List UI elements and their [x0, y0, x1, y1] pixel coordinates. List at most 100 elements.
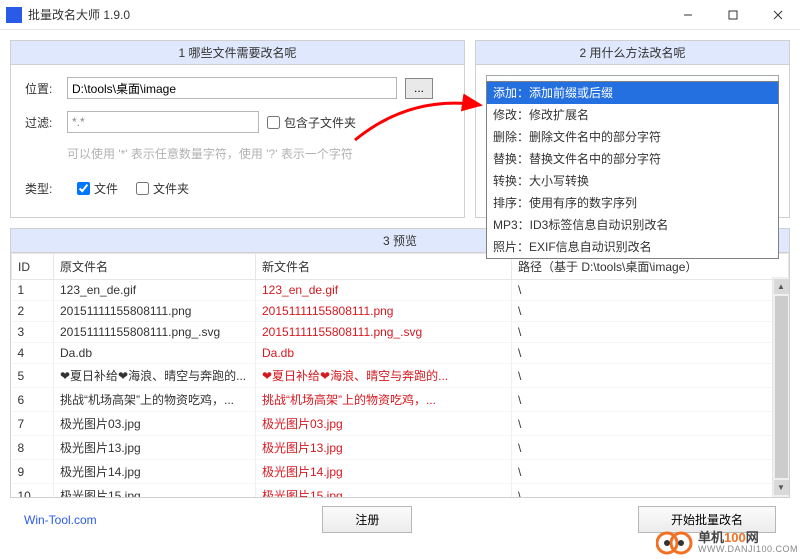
cell-new: 20151111155808111.png [256, 301, 512, 322]
cell-path: \ [512, 280, 789, 301]
browse-button[interactable]: ... [405, 78, 433, 99]
site-link[interactable]: Win-Tool.com [24, 513, 97, 527]
cell-orig: 极光图片14.jpg [54, 460, 256, 484]
cell-id: 9 [12, 460, 54, 484]
method-option[interactable]: 删除：删除文件名中的部分字符 [487, 126, 778, 148]
cell-orig: 挑战“机场高架”上的物资吃鸡，... [54, 388, 256, 412]
group-files: 1 哪些文件需要改名呢 位置: ... 过滤: 包含子文件夹 可以使用 '*' … [10, 40, 465, 218]
preview-table: ID 原文件名 新文件名 路径（基于 D:\tools\桌面\image） 11… [11, 253, 789, 497]
cell-path: \ [512, 484, 789, 498]
cell-id: 1 [12, 280, 54, 301]
cell-new: 挑战“机场高架”上的物资吃鸡，... [256, 388, 512, 412]
table-row[interactable]: 1123_en_de.gif123_en_de.gif\ [12, 280, 789, 301]
cell-id: 4 [12, 343, 54, 364]
table-row[interactable]: 10极光图片15.jpg极光图片15.jpg\ [12, 484, 789, 498]
group-preview: 3 预览 ID 原文件名 新文件名 路径（基于 D:\tools\桌面\imag… [10, 228, 790, 498]
cell-orig: 123_en_de.gif [54, 280, 256, 301]
watermark-icon [656, 529, 694, 557]
method-option[interactable]: 排序：使用有序的数字序列 [487, 192, 778, 214]
minimize-button[interactable] [665, 0, 710, 29]
table-row[interactable]: 320151111155808111.png_.svg2015111115580… [12, 322, 789, 343]
cell-orig: 极光图片13.jpg [54, 436, 256, 460]
register-button[interactable]: 注册 [322, 506, 412, 533]
cell-new: 极光图片03.jpg [256, 412, 512, 436]
scroll-up-button[interactable]: ▲ [774, 279, 789, 294]
cell-new: 极光图片15.jpg [256, 484, 512, 498]
method-option[interactable]: MP3：ID3标签信息自动识别改名 [487, 214, 778, 236]
type-file-check[interactable]: 文件 [77, 180, 118, 197]
cell-id: 5 [12, 364, 54, 388]
table-row[interactable]: 6挑战“机场高架”上的物资吃鸡，...挑战“机场高架”上的物资吃鸡，...\ [12, 388, 789, 412]
watermark-url: WWW.DANJI100.COM [698, 545, 798, 555]
cell-id: 6 [12, 388, 54, 412]
group-method-title: 2 用什么方法改名呢 [476, 41, 789, 65]
col-new[interactable]: 新文件名 [256, 254, 512, 280]
cell-new: 极光图片14.jpg [256, 460, 512, 484]
cell-new: 极光图片13.jpg [256, 436, 512, 460]
cell-path: \ [512, 388, 789, 412]
table-row[interactable]: 7极光图片03.jpg极光图片03.jpg\ [12, 412, 789, 436]
include-sub-checkbox[interactable] [267, 116, 280, 129]
cell-path: \ [512, 301, 789, 322]
table-row[interactable]: 220151111155808111.png20151111155808111.… [12, 301, 789, 322]
cell-path: \ [512, 436, 789, 460]
filter-hint: 可以使用 '*' 表示任意数量字符，使用 '?' 表示一个字符 [67, 145, 450, 162]
include-sub-check[interactable]: 包含子文件夹 [267, 114, 356, 131]
cell-path: \ [512, 460, 789, 484]
watermark: 单机100网 WWW.DANJI100.COM [656, 529, 798, 557]
location-input[interactable] [67, 77, 397, 99]
window-title: 批量改名大师 1.9.0 [28, 6, 130, 23]
table-row[interactable]: 8极光图片13.jpg极光图片13.jpg\ [12, 436, 789, 460]
cell-path: \ [512, 343, 789, 364]
type-file-checkbox[interactable] [77, 182, 90, 195]
cell-new: 123_en_de.gif [256, 280, 512, 301]
scroll-down-button[interactable]: ▼ [774, 480, 789, 495]
group-method: 2 用什么方法改名呢 添加：添加前缀或后缀 添加：添加前缀或后缀修改：修改扩展名… [475, 40, 790, 218]
col-orig[interactable]: 原文件名 [54, 254, 256, 280]
filter-input[interactable] [67, 111, 259, 133]
cell-path: \ [512, 322, 789, 343]
cell-id: 8 [12, 436, 54, 460]
type-folder-check[interactable]: 文件夹 [136, 180, 189, 197]
type-folder-label: 文件夹 [153, 180, 189, 197]
cell-orig: Da.db [54, 343, 256, 364]
title-bar: 批量改名大师 1.9.0 [0, 0, 800, 30]
app-icon [6, 7, 22, 23]
filter-label: 过滤: [25, 114, 59, 131]
cell-orig: 20151111155808111.png_.svg [54, 322, 256, 343]
vertical-scrollbar[interactable]: ▲ ▼ [772, 277, 789, 497]
method-option[interactable]: 替换：替换文件名中的部分字符 [487, 148, 778, 170]
table-row[interactable]: 9极光图片14.jpg极光图片14.jpg\ [12, 460, 789, 484]
close-button[interactable] [755, 0, 800, 29]
maximize-button[interactable] [710, 0, 755, 29]
method-option[interactable]: 转换：大小写转换 [487, 170, 778, 192]
method-dropdown[interactable]: 添加：添加前缀或后缀修改：修改扩展名删除：删除文件名中的部分字符替换：替换文件名… [486, 81, 779, 259]
type-file-label: 文件 [94, 180, 118, 197]
group-files-title: 1 哪些文件需要改名呢 [11, 41, 464, 65]
method-option[interactable]: 修改：修改扩展名 [487, 104, 778, 126]
cell-path: \ [512, 412, 789, 436]
cell-id: 7 [12, 412, 54, 436]
table-row[interactable]: 5❤夏日补给❤海浪、晴空与奔跑的...❤夏日补给❤海浪、晴空与奔跑的...\ [12, 364, 789, 388]
footer: Win-Tool.com 注册 开始批量改名 [10, 498, 790, 533]
cell-orig: 极光图片03.jpg [54, 412, 256, 436]
watermark-brand: 单机100网 [698, 531, 798, 545]
col-id[interactable]: ID [12, 254, 54, 280]
type-folder-checkbox[interactable] [136, 182, 149, 195]
include-sub-label: 包含子文件夹 [284, 114, 356, 131]
scroll-thumb[interactable] [775, 296, 788, 478]
cell-new: Da.db [256, 343, 512, 364]
cell-path: \ [512, 364, 789, 388]
cell-orig: ❤夏日补给❤海浪、晴空与奔跑的... [54, 364, 256, 388]
table-row[interactable]: 4Da.dbDa.db\ [12, 343, 789, 364]
method-option[interactable]: 添加：添加前缀或后缀 [487, 82, 778, 104]
cell-new: 20151111155808111.png_.svg [256, 322, 512, 343]
cell-id: 2 [12, 301, 54, 322]
cell-new: ❤夏日补给❤海浪、晴空与奔跑的... [256, 364, 512, 388]
cell-orig: 极光图片15.jpg [54, 484, 256, 498]
method-option[interactable]: 照片：EXIF信息自动识别改名 [487, 236, 778, 258]
location-label: 位置: [25, 80, 59, 97]
cell-orig: 20151111155808111.png [54, 301, 256, 322]
cell-id: 10 [12, 484, 54, 498]
cell-id: 3 [12, 322, 54, 343]
